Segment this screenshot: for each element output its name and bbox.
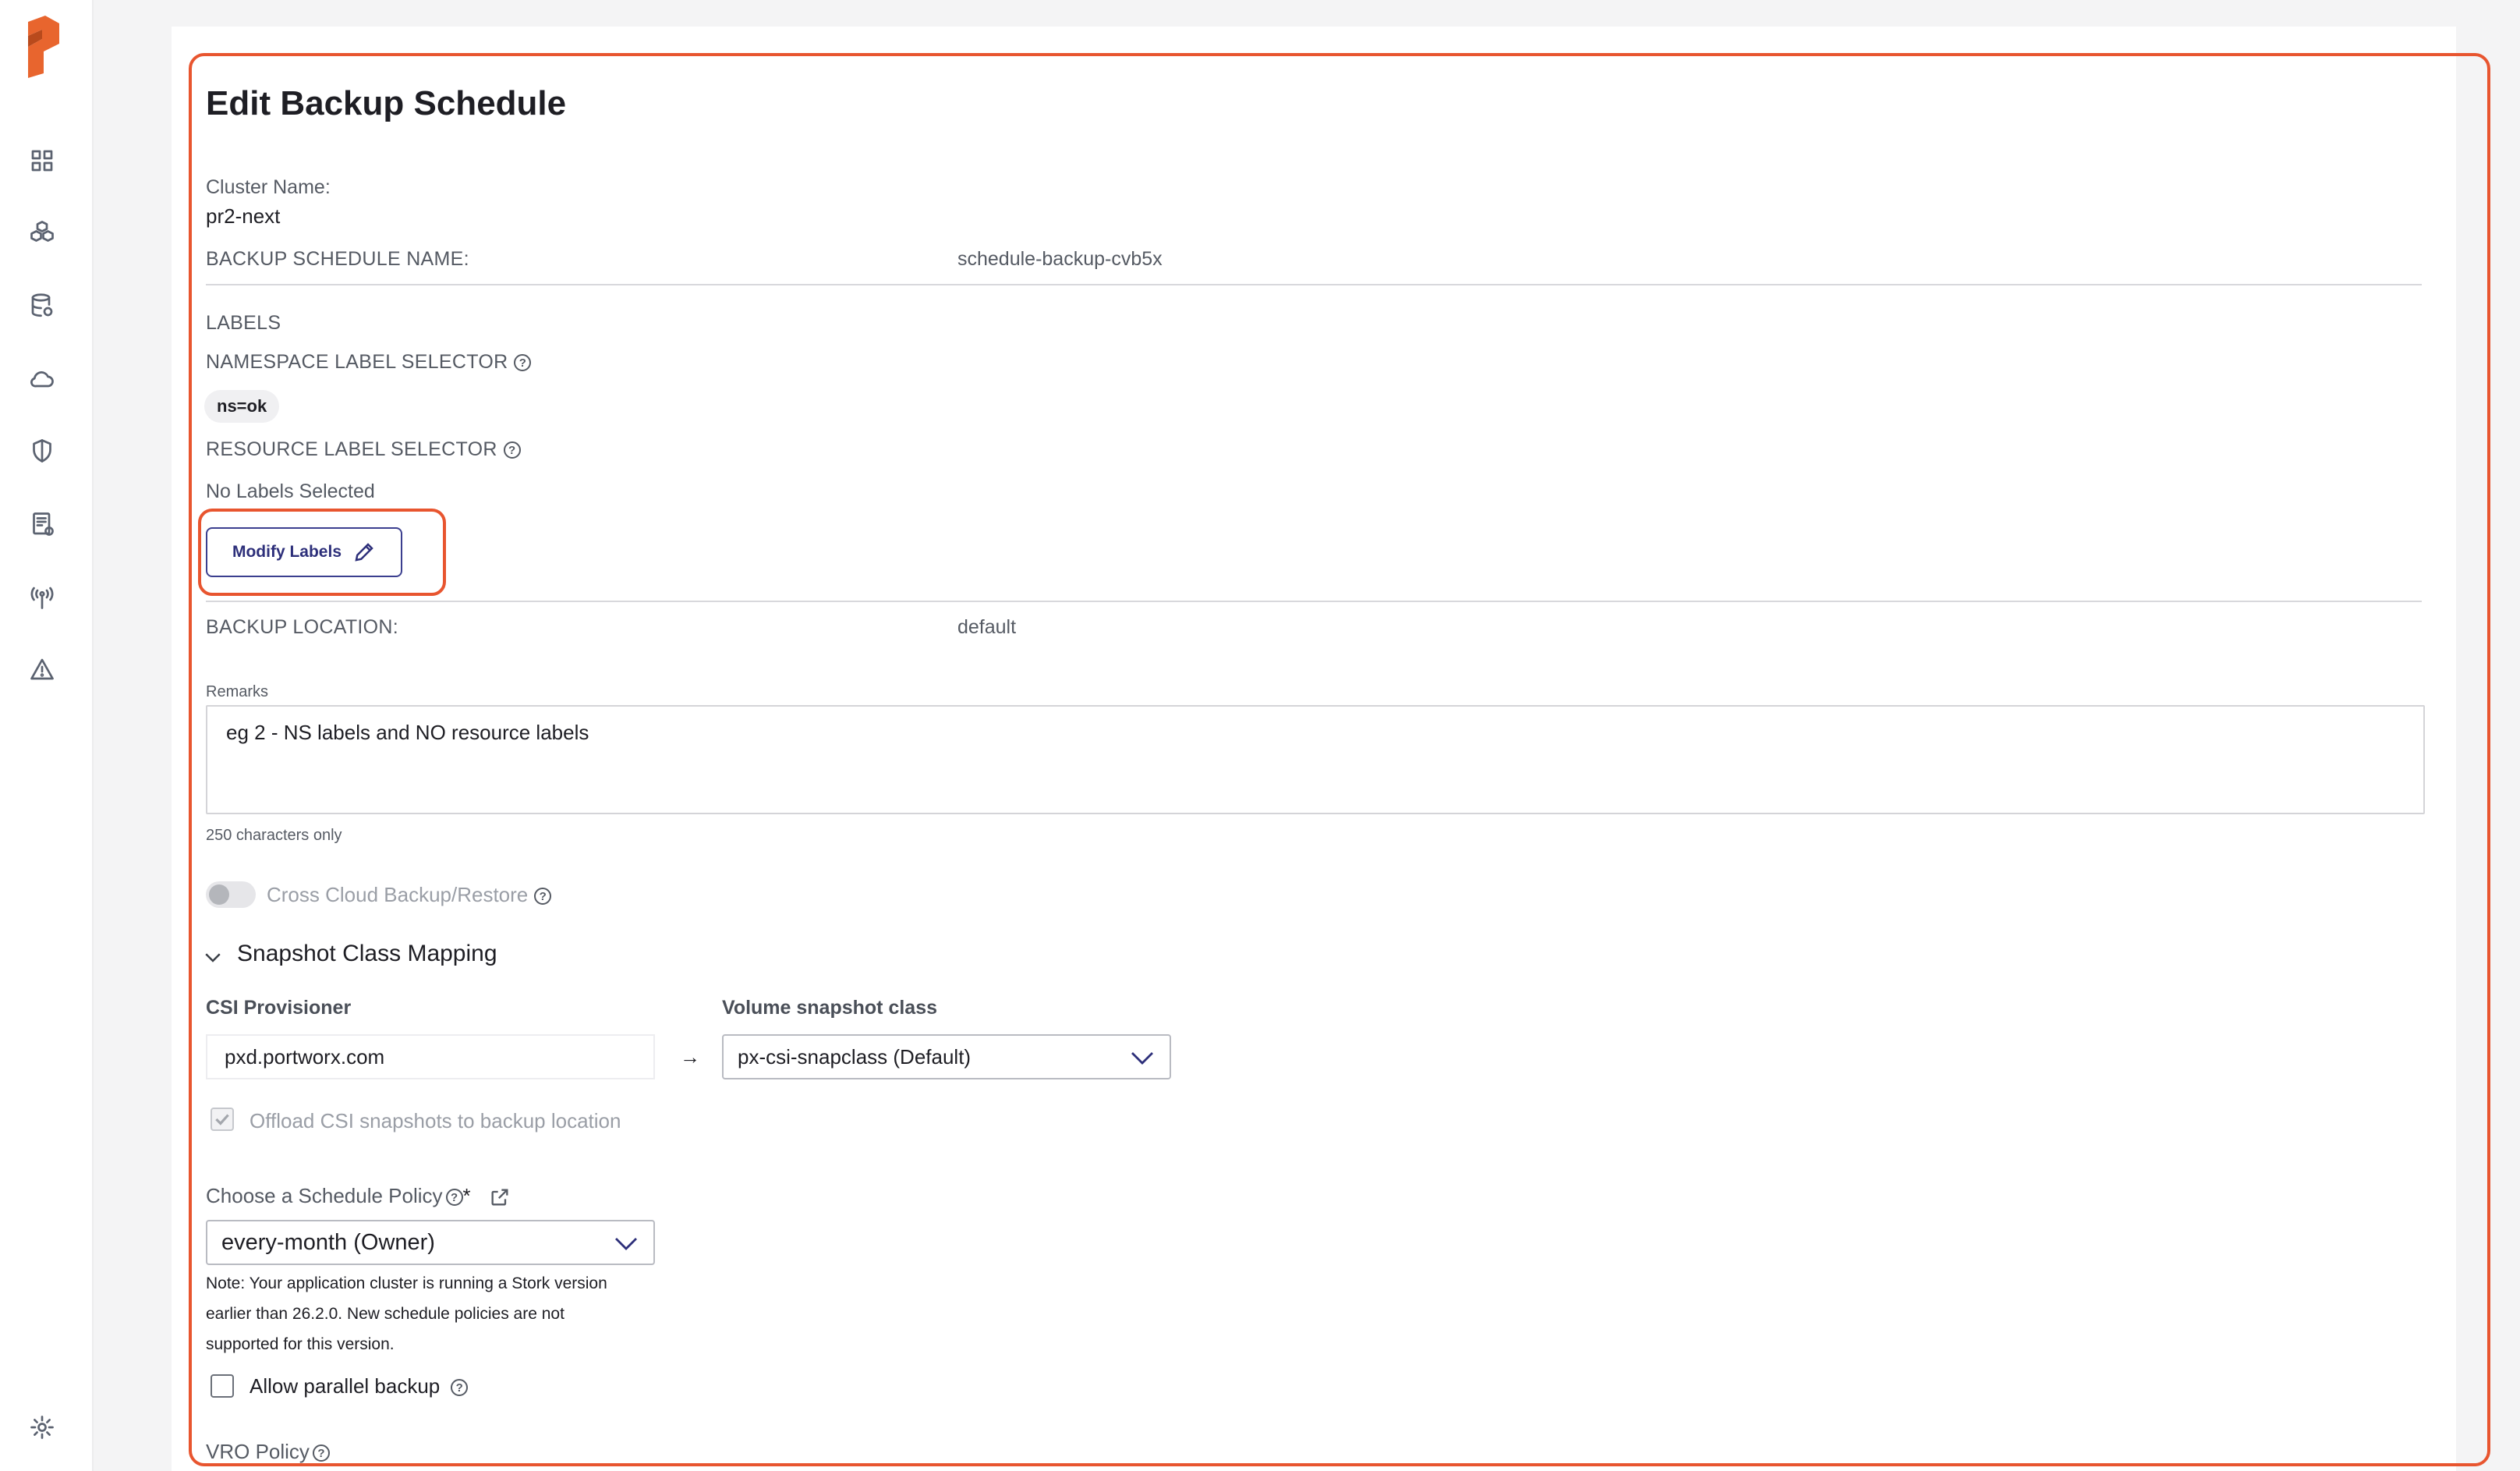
page-title: Edit Backup Schedule: [206, 84, 567, 122]
remarks-textarea[interactable]: eg 2 - NS labels and NO resource labels: [206, 705, 2425, 814]
backup-location-label: BACKUP LOCATION:: [206, 616, 398, 638]
help-icon[interactable]: ?: [312, 1444, 330, 1462]
cluster-name-label: Cluster Name:: [206, 176, 331, 198]
namespace-label-selector-label: NAMESPACE LABEL SELECTOR?: [206, 351, 532, 374]
vro-policy-text: VRO Policy: [206, 1440, 310, 1463]
divider: [206, 284, 2422, 285]
schedule-name-label: BACKUP SCHEDULE NAME:: [206, 248, 469, 270]
cross-cloud-label: Cross Cloud Backup/Restore?: [267, 883, 552, 907]
external-link-icon[interactable]: [489, 1186, 511, 1208]
schedule-policy-select[interactable]: every-month (Owner): [206, 1220, 655, 1265]
dashboard-icon[interactable]: [27, 145, 58, 176]
schedule-name-value: schedule-backup-cvb5x: [957, 248, 1163, 270]
cloud-icon[interactable]: [27, 363, 58, 395]
antenna-icon[interactable]: [27, 582, 58, 613]
vro-policy-label: VRO Policy?: [206, 1440, 330, 1464]
sidebar: [0, 0, 94, 1471]
note-line-2: earlier than 26.2.0. New schedule polici…: [206, 1305, 565, 1323]
schedule-policy-text: Choose a Schedule Policy: [206, 1184, 443, 1207]
reports-icon[interactable]: [27, 509, 58, 540]
volume-snapshot-class-label: Volume snapshot class: [722, 997, 938, 1019]
modify-labels-label: Modify Labels: [232, 543, 342, 561]
checkmark-icon: [215, 1114, 229, 1125]
cluster-name-value: pr2-next: [206, 204, 281, 228]
resource-labels-empty: No Labels Selected: [206, 480, 375, 502]
mapping-arrow: →: [680, 1045, 700, 1069]
schedule-policy-value: every-month (Owner): [221, 1229, 435, 1255]
modify-labels-button[interactable]: Modify Labels: [206, 527, 402, 577]
shield-icon[interactable]: [27, 435, 58, 466]
cross-cloud-toggle[interactable]: [206, 881, 256, 908]
database-icon[interactable]: [27, 290, 58, 321]
clusters-icon[interactable]: [27, 217, 58, 248]
chevron-down-icon: [613, 1232, 639, 1256]
allow-parallel-backup-text: Allow parallel backup: [250, 1374, 441, 1398]
help-icon[interactable]: ?: [445, 1189, 463, 1207]
csi-provisioner-field: pxd.portworx.com: [206, 1034, 655, 1079]
portworx-logo-icon[interactable]: [25, 16, 61, 78]
allow-parallel-backup-checkbox[interactable]: [211, 1374, 234, 1398]
namespace-label-selector-text: NAMESPACE LABEL SELECTOR: [206, 351, 508, 373]
divider: [206, 601, 2422, 602]
namespace-label-chip: ns=ok: [204, 390, 280, 423]
note-line-1: Note: Your application cluster is runnin…: [206, 1274, 607, 1292]
volume-snapshot-class-value: px-csi-snapclass (Default): [738, 1044, 972, 1069]
help-icon[interactable]: ?: [503, 441, 521, 459]
help-icon[interactable]: ?: [514, 354, 532, 372]
pencil-icon: [355, 543, 373, 562]
allow-parallel-backup-label: Allow parallel backup?: [250, 1374, 469, 1398]
schedule-policy-label: Choose a Schedule Policy? *: [206, 1184, 511, 1208]
toggle-knob: [209, 884, 229, 905]
chevron-down-icon[interactable]: [201, 945, 225, 969]
alert-icon[interactable]: [27, 654, 58, 685]
required-asterisk: *: [462, 1184, 471, 1207]
resource-label-selector-text: RESOURCE LABEL SELECTOR: [206, 438, 497, 460]
offload-csi-checkbox[interactable]: [211, 1108, 234, 1131]
remarks-label: Remarks: [206, 683, 269, 700]
settings-gear-icon[interactable]: [27, 1412, 58, 1443]
chevron-down-icon: [1129, 1047, 1156, 1070]
cross-cloud-text: Cross Cloud Backup/Restore: [267, 883, 529, 906]
csi-provisioner-label: CSI Provisioner: [206, 997, 352, 1019]
stork-version-note: Note: Your application cluster is runnin…: [206, 1268, 674, 1359]
note-line-3: supported for this version.: [206, 1335, 395, 1353]
snapshot-class-mapping-title[interactable]: Snapshot Class Mapping: [237, 941, 497, 967]
help-icon[interactable]: ?: [451, 1379, 469, 1397]
remarks-char-limit: 250 characters only: [206, 827, 342, 844]
help-icon[interactable]: ?: [534, 888, 552, 906]
backup-location-value: default: [957, 616, 1017, 638]
volume-snapshot-class-select[interactable]: px-csi-snapclass (Default): [722, 1034, 1171, 1079]
labels-heading: LABELS: [206, 312, 281, 334]
resource-label-selector-label: RESOURCE LABEL SELECTOR?: [206, 438, 521, 461]
offload-csi-label: Offload CSI snapshots to backup location: [250, 1109, 621, 1132]
